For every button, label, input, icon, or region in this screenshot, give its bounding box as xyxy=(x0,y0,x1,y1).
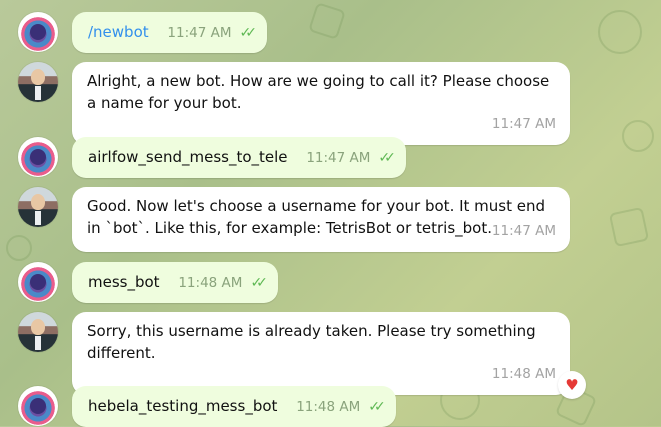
message-time: 11:47 AM xyxy=(167,25,232,41)
message-row: mess_bot 11:48 AM ✓✓ xyxy=(18,262,278,303)
command-link[interactable]: /newbot xyxy=(88,23,149,41)
message-bubble-outgoing[interactable]: hebela_testing_mess_bot 11:48 AM ✓✓ xyxy=(72,386,396,427)
message-row: /newbot 11:47 AM ✓✓ xyxy=(18,12,267,53)
bot-avatar[interactable] xyxy=(18,62,58,102)
message-bubble-incoming[interactable]: Sorry, this username is already taken. P… xyxy=(72,312,586,399)
bot-avatar[interactable] xyxy=(18,187,58,227)
message-row: airlfow_send_mess_to_tele 11:47 AM ✓✓ xyxy=(18,137,406,178)
heart-icon[interactable]: ♥ xyxy=(558,371,586,399)
bot-avatar[interactable] xyxy=(18,312,58,352)
message-meta: 11:48 AM ✓✓ xyxy=(296,396,386,418)
message-row: hebela_testing_mess_bot 11:48 AM ✓✓ xyxy=(18,386,396,427)
message-text: mess_bot xyxy=(88,273,160,291)
message-text: Good. Now let's choose a username for yo… xyxy=(87,197,550,237)
message-time: 11:48 AM xyxy=(178,275,243,291)
message-time: 11:47 AM xyxy=(491,116,556,132)
message-meta: 11:47 AM ✓✓ xyxy=(167,22,258,44)
message-time: 11:48 AM xyxy=(491,366,556,382)
user-avatar[interactable] xyxy=(18,12,58,52)
message-bubble-outgoing[interactable]: mess_bot 11:48 AM ✓✓ xyxy=(72,262,278,303)
message-time: 11:47 AM xyxy=(306,150,371,166)
double-check-icon: ✓✓ xyxy=(250,275,268,291)
message-bubble-outgoing[interactable]: airlfow_send_mess_to_tele 11:47 AM ✓✓ xyxy=(72,137,406,178)
message-bubble-outgoing[interactable]: /newbot 11:47 AM ✓✓ xyxy=(72,12,267,53)
message-row: Good. Now let's choose a username for yo… xyxy=(18,187,570,252)
background-doodle xyxy=(608,206,650,248)
background-doodle xyxy=(622,120,654,152)
message-bubble-incoming[interactable]: Alright, a new bot. How are we going to … xyxy=(72,62,570,145)
user-avatar[interactable] xyxy=(18,262,58,302)
user-avatar[interactable] xyxy=(18,386,58,426)
message-meta: 11:48 AM ✓✓ xyxy=(178,272,268,294)
user-avatar[interactable] xyxy=(18,137,58,177)
message-text: Alright, a new bot. How are we going to … xyxy=(87,72,555,112)
message-meta: 11:47 AM ✓✓ xyxy=(306,147,396,169)
message-time: 11:47 AM xyxy=(491,223,556,239)
message-row: Sorry, this username is already taken. P… xyxy=(18,312,586,399)
background-doodle xyxy=(598,10,642,54)
message-bubble-incoming[interactable]: Good. Now let's choose a username for yo… xyxy=(72,187,570,252)
double-check-icon: ✓✓ xyxy=(239,25,258,41)
message-row: Alright, a new bot. How are we going to … xyxy=(18,62,570,145)
double-check-icon: ✓✓ xyxy=(368,399,386,415)
message-text: hebela_testing_mess_bot xyxy=(88,397,278,415)
double-check-icon: ✓✓ xyxy=(378,150,396,166)
message-text: Sorry, this username is already taken. P… xyxy=(87,322,541,362)
message-text: airlfow_send_mess_to_tele xyxy=(88,148,288,166)
message-time: 11:48 AM xyxy=(296,399,361,415)
background-doodle xyxy=(308,2,346,40)
